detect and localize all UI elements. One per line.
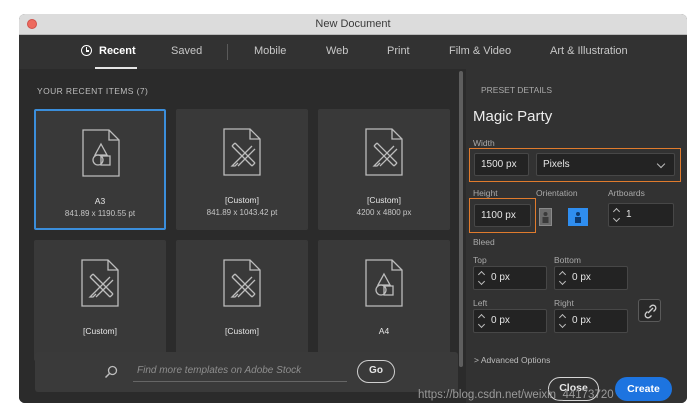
search-underline [133, 381, 347, 382]
tab-art-illustration[interactable]: Art & Illustration [550, 45, 628, 57]
bleed-left-value: 0 px [491, 315, 510, 326]
artboards-stepper[interactable]: 1 [608, 203, 674, 227]
go-button[interactable]: Go [357, 360, 395, 383]
item-size: 841.89 x 1043.42 pt [206, 208, 278, 217]
preset-name[interactable]: Magic Party [473, 108, 552, 125]
bleed-left-stepper[interactable]: 0 px [473, 309, 547, 333]
search-icon [104, 365, 118, 379]
recent-item-card[interactable]: A4 [318, 240, 450, 361]
bleed-top-stepper[interactable]: 0 px [473, 266, 547, 290]
item-size: 841.89 x 1190.55 pt [64, 209, 136, 218]
tab-film-video[interactable]: Film & Video [449, 45, 511, 57]
item-name: [Custom] [366, 195, 401, 205]
title-bar: New Document [19, 14, 687, 35]
orientation-label: Orientation [536, 188, 578, 198]
window-title: New Document [315, 18, 391, 30]
shapes-doc-icon [82, 129, 120, 177]
shapes-doc-icon [365, 259, 403, 307]
pencil-ruler-doc-icon [81, 259, 119, 307]
stepper-arrows-icon[interactable] [477, 268, 487, 288]
item-size: 4200 x 4800 px [356, 208, 412, 217]
tab-print[interactable]: Print [387, 45, 410, 57]
pencil-ruler-doc-icon [365, 128, 403, 176]
tab-mobile[interactable]: Mobile [254, 45, 286, 57]
units-select[interactable]: Pixels [536, 153, 675, 176]
artboards-label: Artboards [608, 188, 645, 198]
tab-divider [227, 44, 228, 60]
item-name: A3 [94, 196, 106, 206]
stepper-arrows-icon[interactable] [558, 311, 568, 331]
height-field[interactable]: 1100 px [474, 204, 531, 227]
stepper-arrows-icon[interactable] [612, 205, 622, 225]
clock-icon [81, 45, 92, 56]
stock-search-input[interactable]: Find more templates on Adobe Stock [137, 365, 349, 376]
bleed-right-stepper[interactable]: 0 px [554, 309, 628, 333]
recent-item-card[interactable]: [Custom] [176, 240, 308, 361]
create-button[interactable]: Create [615, 377, 672, 401]
item-name: [Custom] [224, 326, 259, 336]
bleed-left-label: Left [473, 298, 488, 308]
width-field[interactable]: 1500 px [474, 153, 529, 176]
artboards-value: 1 [626, 209, 632, 220]
portrait-orientation-icon[interactable] [539, 208, 552, 226]
chevron-down-icon [656, 159, 666, 169]
tab-recent[interactable]: Recent [99, 45, 136, 57]
item-name: [Custom] [82, 326, 117, 336]
advanced-options-toggle[interactable]: > Advanced Options [474, 355, 550, 365]
item-name: [Custom] [224, 195, 259, 205]
item-name: A4 [378, 326, 390, 336]
bleed-label: Bleed [473, 237, 495, 247]
link-icon [644, 304, 657, 319]
stock-search-bar: Find more templates on Adobe Stock Go [35, 352, 458, 392]
watermark-text: https://blog.csdn.net/weixin_44173720 [418, 389, 614, 401]
recent-item-card[interactable]: [Custom] 841.89 x 1043.42 pt [176, 109, 308, 230]
new-document-dialog: New Document Recent Saved Mobile Web Pri… [19, 14, 687, 403]
recent-item-card[interactable]: A3 841.89 x 1190.55 pt [34, 109, 166, 230]
height-label: Height [473, 188, 498, 198]
bleed-right-value: 0 px [572, 315, 591, 326]
recent-item-card[interactable]: [Custom] [34, 240, 166, 361]
stepper-arrows-icon[interactable] [558, 268, 568, 288]
bleed-top-label: Top [473, 255, 487, 265]
width-label: Width [473, 138, 495, 148]
bleed-top-value: 0 px [491, 272, 510, 283]
landscape-orientation-icon[interactable] [568, 208, 588, 226]
preset-details-heading: PRESET DETAILS [481, 85, 553, 95]
tab-web[interactable]: Web [326, 45, 348, 57]
bleed-bottom-value: 0 px [572, 272, 591, 283]
category-tabs: Recent Saved Mobile Web Print Film & Vid… [19, 35, 687, 69]
recent-items-heading: YOUR RECENT ITEMS (7) [37, 86, 149, 96]
stepper-arrows-icon[interactable] [477, 311, 487, 331]
pencil-ruler-doc-icon [223, 128, 261, 176]
bleed-bottom-label: Bottom [554, 255, 581, 265]
units-value: Pixels [543, 159, 570, 170]
tab-saved[interactable]: Saved [171, 45, 202, 57]
bleed-right-label: Right [554, 298, 574, 308]
link-bleed-button[interactable] [638, 299, 661, 322]
recent-item-card[interactable]: [Custom] 4200 x 4800 px [318, 109, 450, 230]
recent-items-scrollbar[interactable] [459, 71, 463, 367]
bleed-bottom-stepper[interactable]: 0 px [554, 266, 628, 290]
pencil-ruler-doc-icon [223, 259, 261, 307]
preset-details-panel: PRESET DETAILS Magic Party Width 1500 px… [466, 69, 687, 403]
recent-items-panel: YOUR RECENT ITEMS (7) A3 841.89 x 1190.5… [19, 69, 459, 403]
